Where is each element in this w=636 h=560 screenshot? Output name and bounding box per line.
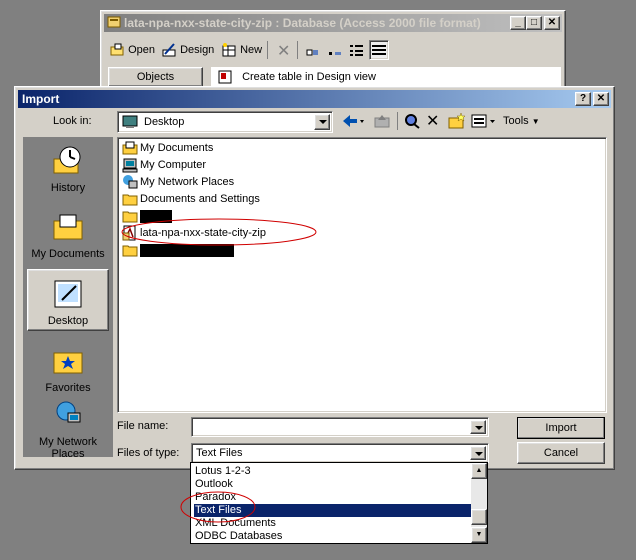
list-item[interactable]: My Computer [122,157,206,173]
favorites-icon [53,352,83,374]
look-in-dropdown[interactable]: Desktop [117,111,333,133]
chevron-down-icon: ▼ [531,117,540,126]
list-item[interactable]: Lotus 1-2-3 [194,465,251,478]
computer-icon [122,158,138,173]
new-table-icon [222,43,236,57]
access-key-icon [107,15,121,29]
places-bar: History My Documents Desktop Favorites M… [23,137,113,460]
scroll-down-button[interactable]: ▼ [471,527,487,543]
file-name-label: File name: [117,420,169,432]
files-of-type-dropdown[interactable]: Text Files [191,443,489,463]
chevron-down-icon[interactable] [470,420,486,434]
new-folder-icon[interactable] [447,112,467,133]
open-icon [110,43,124,56]
import-dialog-title: Import [22,92,60,106]
open-button[interactable]: Open [109,42,155,58]
annotation-ellipse [180,491,256,523]
small-icons-view-icon[interactable] [327,42,343,61]
list-item[interactable]: My Documents [122,140,213,156]
search-web-icon[interactable] [403,113,421,132]
database-window: lata-npa-nxx-state-city-zip : Database (… [100,10,566,90]
minimize-button[interactable]: _ [510,16,526,30]
close-button[interactable]: ✕ [544,16,560,30]
folder-icon [122,194,138,206]
database-window-title: lata-npa-nxx-state-city-zip : Database (… [124,16,481,30]
my-documents-icon [53,214,83,240]
delete-icon[interactable]: ✕ [277,41,290,61]
create-table-design-item[interactable]: Create table in Design view [211,67,561,87]
toolbar-divider [297,41,298,59]
list-view-icon[interactable] [349,42,365,61]
annotation-ellipse [121,218,317,246]
cancel-button[interactable]: Cancel [517,442,605,464]
details-view-icon[interactable] [369,40,389,60]
maximize-button[interactable]: □ [526,16,542,30]
files-of-type-label: Files of type: [117,447,180,459]
place-history[interactable]: History [29,145,107,194]
folder-documents-icon [122,141,138,155]
list-item[interactable]: Documents and Settings [122,191,260,207]
place-favorites[interactable]: Favorites [29,345,107,394]
views-icon[interactable] [471,113,497,132]
back-icon[interactable] [341,113,365,132]
large-icons-view-icon[interactable] [305,42,321,61]
design-table-icon [218,70,232,84]
database-toolbar: Open Design New ✕ [107,39,559,61]
network-icon [123,175,138,189]
list-item[interactable]: ODBC Databases [194,530,282,543]
scrollbar[interactable]: ▲ ▼ [471,463,487,543]
place-desktop[interactable]: Desktop [27,269,109,331]
design-button[interactable]: Design [161,42,214,58]
dialog-close-button[interactable]: ✕ [593,92,609,106]
chevron-down-icon[interactable] [470,446,486,460]
import-dialog-titlebar[interactable]: Import ? ✕ [18,90,611,108]
chevron-down-icon[interactable] [314,114,330,130]
import-button[interactable]: Import [517,417,605,439]
desktop-small-icon [122,115,138,128]
scroll-up-button[interactable]: ▲ [471,463,487,479]
history-icon [53,146,81,174]
up-folder-icon[interactable] [373,113,391,132]
list-item[interactable]: My Network Places [122,174,234,190]
delete-icon[interactable]: ✕ [426,111,439,131]
look-in-label: Look in: [53,115,92,127]
tools-menu[interactable]: Tools ▼ [503,115,540,127]
desktop-icon [54,280,82,308]
place-my-documents[interactable]: My Documents [29,211,107,260]
objects-tab[interactable]: Objects [108,67,203,87]
place-my-network-places[interactable]: My Network Places [29,399,107,460]
help-button[interactable]: ? [575,92,591,106]
toolbar-divider [267,41,268,59]
toolbar-divider [397,112,398,130]
database-window-titlebar[interactable]: lata-npa-nxx-state-city-zip : Database (… [104,14,562,32]
import-dialog: Import ? ✕ Look in: Desktop ✕ Tools ▼ Hi… [14,86,615,470]
new-button[interactable]: New [221,42,262,58]
network-places-icon [56,401,81,423]
design-icon [162,43,176,57]
file-list[interactable]: My Documents My Computer My Network Plac… [117,137,607,413]
file-name-input[interactable] [191,417,489,437]
scroll-thumb[interactable] [471,509,487,525]
